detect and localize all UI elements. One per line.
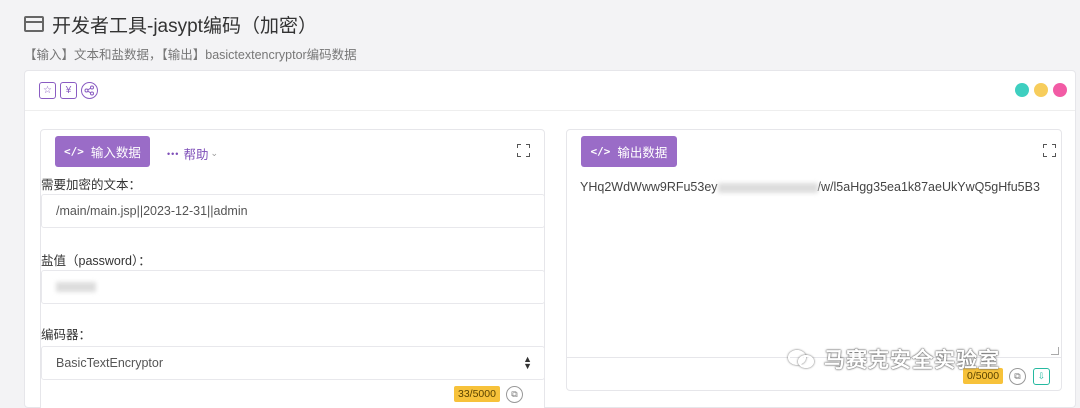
output-textarea[interactable] [567, 172, 1061, 358]
dot-pink[interactable] [1053, 83, 1067, 97]
text-field-label: 需要加密的文本： [41, 178, 142, 192]
window-dots [1015, 83, 1067, 97]
encoder-select[interactable]: BasicTextEncryptor ▲ ▼ [41, 346, 545, 380]
redacted-output [717, 182, 818, 193]
input-data-tab[interactable]: </> 输入数据 [55, 136, 150, 167]
fullscreen-icon[interactable] [1043, 144, 1056, 157]
output-data-tab[interactable]: </> 输出数据 [581, 136, 677, 167]
help-menu[interactable]: ••• 帮助 ⌄ [167, 144, 218, 163]
output-value: YHq2WdWww9RFu53ey/w/l5aHgg35ea1k87aeUkYw… [580, 180, 1040, 194]
ellipsis-icon: ••• [167, 148, 180, 159]
encoder-selected-value: BasicTextEncryptor [56, 356, 163, 370]
input-data-tab-label: 输入数据 [90, 146, 141, 160]
plaintext-input[interactable]: /main/main.jsp||2023-12-31||admin [41, 194, 545, 228]
page-title: 开发者工具-jasypt编码（加密） [52, 15, 317, 37]
input-panel: </> 输入数据 ••• 帮助 ⌄ 需要加密的文本： /main/main.js… [40, 129, 545, 408]
dot-teal[interactable] [1015, 83, 1029, 97]
help-label: 帮助 [183, 148, 209, 162]
card-toolbar: ☆ ¥ [25, 71, 1075, 111]
plaintext-value: /main/main.jsp||2023-12-31||admin [56, 204, 248, 218]
output-start: YHq2WdWww9RFu53ey [580, 180, 718, 194]
input-char-count: 33/5000 [454, 386, 500, 402]
fullscreen-icon[interactable] [517, 144, 530, 157]
salt-input[interactable] [41, 270, 545, 304]
code-icon: </> [64, 145, 84, 158]
copy-icon[interactable]: ⧉ [506, 386, 523, 403]
download-icon[interactable]: ⇩ [1033, 368, 1050, 385]
resize-grip-icon[interactable] [1051, 347, 1059, 355]
page-header: 开发者工具-jasypt编码（加密） 【输入】文本和盐数据，【输出】basict… [24, 10, 357, 63]
watermark: 马赛克安全实验室 [788, 344, 1000, 374]
share-icon[interactable] [81, 82, 98, 99]
salt-field-label: 盐值（password）： [41, 254, 151, 268]
select-arrows-icon: ▲ ▼ [523, 354, 532, 371]
yen-icon[interactable]: ¥ [60, 82, 77, 99]
page-subtitle: 【输入】文本和盐数据，【输出】basictextencryptor编码数据 [24, 48, 357, 62]
wechat-icon [788, 348, 816, 370]
output-end: /w/l5aHgg35ea1k87aeUkYwQ5gHfu5B3 [817, 180, 1040, 194]
copy-icon[interactable]: ⧉ [1009, 368, 1026, 385]
star-icon[interactable]: ☆ [39, 82, 56, 99]
code-icon: </> [590, 145, 611, 158]
window-icon [24, 16, 44, 32]
chevron-down-icon: ⌄ [210, 148, 219, 158]
encoder-field-label: 编码器： [41, 328, 92, 342]
redacted-salt [56, 282, 96, 292]
dot-yellow[interactable] [1034, 83, 1048, 97]
watermark-text: 马赛克安全实验室 [824, 349, 1000, 372]
yen-glyph: ¥ [65, 85, 72, 96]
output-data-tab-label: 输出数据 [617, 146, 668, 160]
